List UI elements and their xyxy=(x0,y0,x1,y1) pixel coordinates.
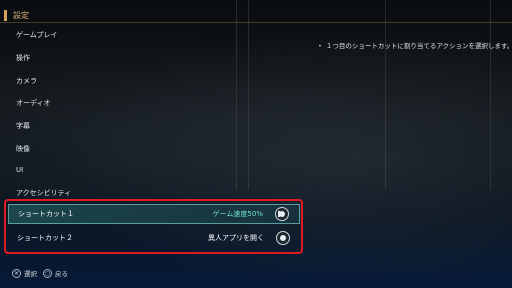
menu-item-ui[interactable]: UI xyxy=(16,166,23,174)
description-text: • １つ目のショートカットに割り当てるアクションを選択します。 xyxy=(318,40,512,50)
page-title: 設定 xyxy=(13,10,29,20)
menu-item-camera[interactable]: カメラ xyxy=(16,76,37,86)
menu-item-video[interactable]: 映像 xyxy=(16,144,30,154)
menu-item-subtitles[interactable]: 字幕 xyxy=(16,121,30,131)
select-label[interactable]: 選択 xyxy=(24,268,37,278)
circle-button-icon: ○ xyxy=(43,268,52,278)
menu-item-controls[interactable]: 操作 xyxy=(16,53,30,63)
menu-item-gameplay[interactable]: ゲームプレイ xyxy=(16,30,57,40)
description-bullet: • xyxy=(318,42,322,50)
back-label[interactable]: 戻る xyxy=(55,268,68,278)
header-marker xyxy=(4,9,7,21)
page-header: 設定 xyxy=(0,8,72,22)
highlight-frame xyxy=(4,199,303,254)
menu-item-accessibility[interactable]: アクセシビリティ xyxy=(16,188,71,198)
button-guide: ✕ 選択 ○ 戻る xyxy=(12,268,74,278)
header-divider xyxy=(0,22,512,23)
menu-item-audio[interactable]: オーディオ xyxy=(16,98,51,108)
description-body: １つ目のショートカットに割り当てるアクションを選択します。 xyxy=(325,42,512,50)
cross-button-icon: ✕ xyxy=(12,268,21,278)
